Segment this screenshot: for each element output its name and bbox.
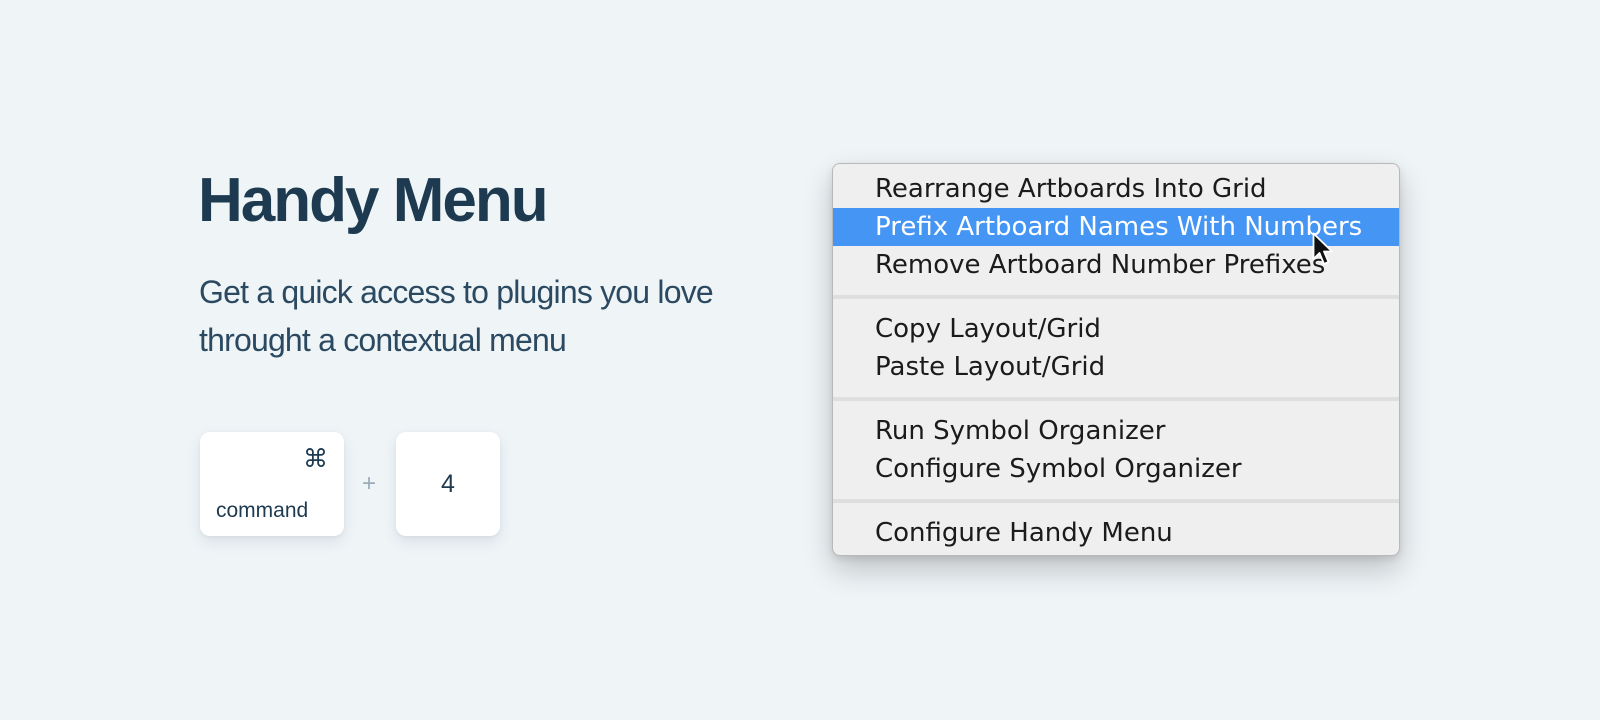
plus-sign: + xyxy=(361,470,376,497)
command-icon: ⌘ xyxy=(303,444,328,473)
menu-separator xyxy=(833,295,1399,299)
menu-group-layout: Copy Layout/Grid Paste Layout/Grid xyxy=(833,310,1399,386)
arrow-pointer-icon xyxy=(1312,232,1333,265)
context-menu: Rearrange Artboards Into Grid Prefix Art… xyxy=(832,163,1400,556)
menu-item-rearrange-artboards-into-grid[interactable]: Rearrange Artboards Into Grid xyxy=(833,170,1399,208)
number-key: 4 xyxy=(396,432,500,536)
menu-item-configure-symbol-organizer[interactable]: Configure Symbol Organizer xyxy=(833,450,1399,488)
page-title: Handy Menu xyxy=(198,166,549,235)
menu-group-symbols: Run Symbol Organizer Configure Symbol Or… xyxy=(833,412,1399,488)
number-key-label: 4 xyxy=(441,469,455,498)
command-key-label: command xyxy=(216,499,309,522)
menu-item-run-symbol-organizer[interactable]: Run Symbol Organizer xyxy=(833,412,1399,450)
menu-separator xyxy=(833,499,1399,503)
menu-separator xyxy=(833,397,1399,401)
menu-item-copy-layout-grid[interactable]: Copy Layout/Grid xyxy=(833,310,1399,348)
menu-item-configure-handy-menu[interactable]: Configure Handy Menu xyxy=(833,514,1399,552)
menu-item-paste-layout-grid[interactable]: Paste Layout/Grid xyxy=(833,348,1399,386)
menu-group-handy-menu: Configure Handy Menu xyxy=(833,514,1399,552)
page-subtitle: Get a quick access to plugins you love t… xyxy=(199,274,714,358)
command-key: ⌘ command xyxy=(200,432,344,536)
